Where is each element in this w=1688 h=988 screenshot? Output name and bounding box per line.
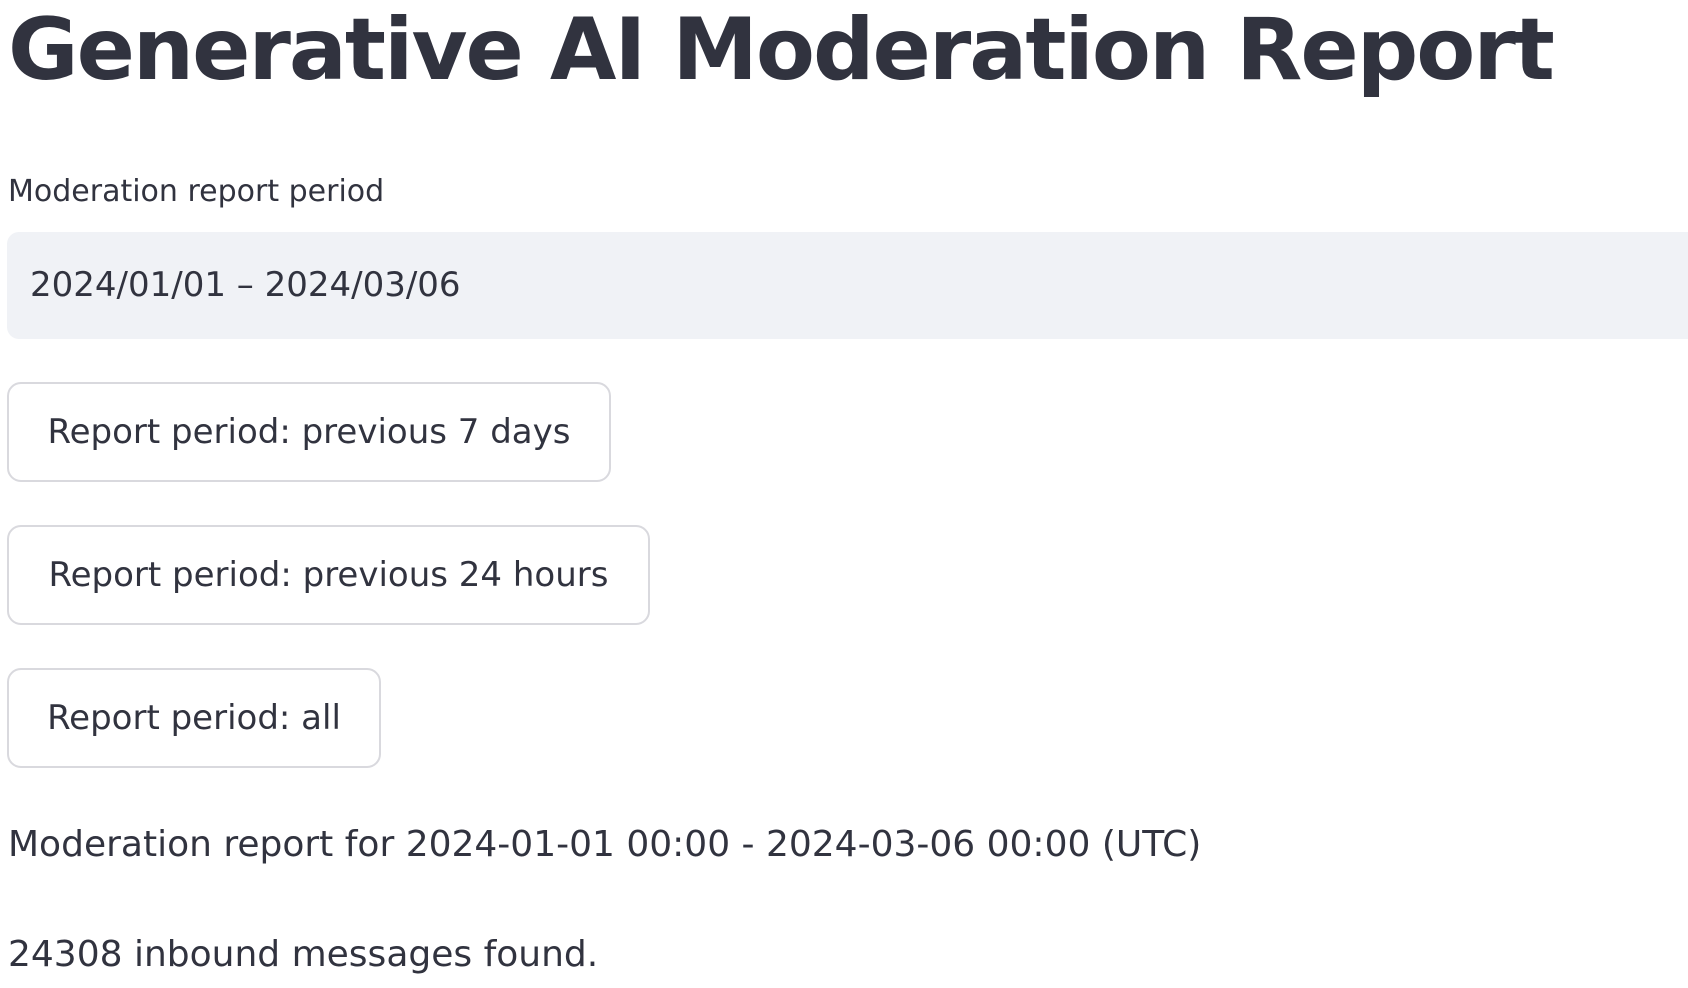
main-content: Generative AI Moderation Report Moderati… (7, 0, 1688, 988)
message-count-text: 24308 inbound messages found. (8, 934, 599, 975)
report-summary-text: Moderation report for 2024-01-01 00:00 -… (8, 824, 1202, 865)
previous-24-hours-button[interactable]: Report period: previous 24 hours (7, 525, 650, 625)
page-title: Generative AI Moderation Report (8, 0, 1555, 100)
report-period-date-range-input[interactable]: 2024/01/01 – 2024/03/06 (7, 232, 1688, 339)
all-period-button[interactable]: Report period: all (7, 668, 381, 768)
previous-7-days-button[interactable]: Report period: previous 7 days (7, 382, 611, 482)
report-period-label: Moderation report period (8, 174, 385, 209)
